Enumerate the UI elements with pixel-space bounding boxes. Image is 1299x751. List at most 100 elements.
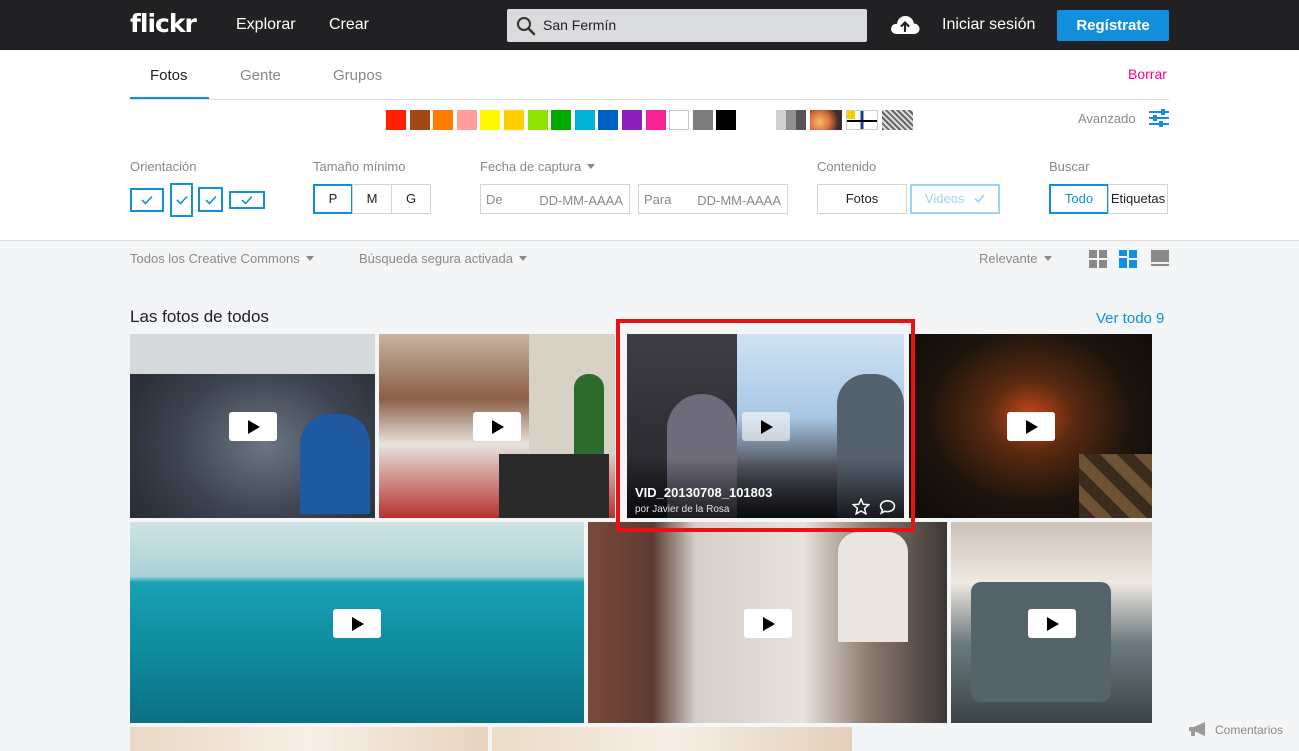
- top-bar: flickr Explorar Crear San Fermín Iniciar…: [0, 0, 1299, 50]
- orientation-square[interactable]: [198, 187, 223, 212]
- feedback-label: Comentarios: [1215, 723, 1284, 737]
- license-dropdown[interactable]: Todos los Creative Commons: [130, 251, 314, 266]
- play-icon: [473, 412, 521, 441]
- date-label-text: Fecha de captura: [480, 159, 582, 174]
- video-thumbnail[interactable]: [130, 334, 375, 518]
- play-icon: [1006, 412, 1055, 441]
- search-all-button[interactable]: Todo: [1049, 184, 1109, 214]
- thumb-person-shape: [838, 532, 908, 642]
- video-thumbnail[interactable]: [130, 727, 488, 751]
- active-tab-indicator: [130, 97, 209, 99]
- video-thumbnail[interactable]: [951, 522, 1152, 723]
- content-photos-button[interactable]: Fotos: [817, 184, 907, 214]
- color-swatch[interactable]: [409, 110, 430, 130]
- tabs-divider: [130, 99, 1169, 100]
- orientation-portrait[interactable]: [170, 183, 193, 217]
- clear-filters-link[interactable]: Borrar: [1128, 66, 1167, 82]
- chevron-down-icon: [587, 164, 596, 169]
- style-black-and-white[interactable]: [776, 110, 806, 130]
- size-medium-button[interactable]: M: [352, 184, 392, 214]
- color-swatch[interactable]: [551, 110, 572, 130]
- thumb-window-area: [130, 334, 375, 374]
- chevron-down-icon: [305, 256, 314, 261]
- orientation-landscape[interactable]: [130, 188, 164, 212]
- color-swatch[interactable]: [456, 110, 477, 130]
- color-swatch[interactable]: [645, 110, 666, 130]
- color-swatch[interactable]: [692, 110, 713, 130]
- check-icon: [974, 194, 985, 203]
- play-icon: [1027, 608, 1076, 638]
- thumb-person-shape: [300, 414, 370, 514]
- orientation-label: Orientación: [130, 159, 197, 174]
- date-to-field[interactable]: Para DD-MM-AAAA: [638, 184, 788, 214]
- register-button[interactable]: Regístrate: [1057, 10, 1169, 41]
- filter-panel: Fotos Gente Grupos Borrar Avanzado Orien…: [0, 50, 1299, 241]
- color-swatch[interactable]: [527, 110, 548, 130]
- search-value: San Fermín: [543, 17, 617, 33]
- date-from-field[interactable]: De DD-MM-AAAA: [480, 184, 630, 214]
- search-input[interactable]: San Fermín: [507, 9, 867, 42]
- video-thumbnail[interactable]: [909, 334, 1152, 518]
- upload-cloud-icon[interactable]: [889, 12, 921, 36]
- advanced-label[interactable]: Avanzado: [1078, 111, 1136, 126]
- search-tags-button[interactable]: Etiquetas: [1108, 184, 1168, 214]
- flickr-logo[interactable]: flickr: [130, 9, 197, 38]
- content-videos-button[interactable]: Videos: [910, 184, 1000, 214]
- detail-view-icon[interactable]: [1151, 250, 1169, 268]
- play-icon: [333, 608, 381, 638]
- min-size-label: Tamaño mínimo: [313, 159, 406, 174]
- orientation-panorama[interactable]: [229, 191, 265, 209]
- tab-photos[interactable]: Fotos: [150, 67, 188, 84]
- play-icon: [228, 412, 277, 441]
- sort-dropdown[interactable]: Relevante: [979, 251, 1052, 266]
- feedback-button[interactable]: Comentarios: [1187, 721, 1283, 740]
- highlight-box: [616, 319, 915, 532]
- nav-create[interactable]: Crear: [329, 16, 369, 34]
- color-swatch[interactable]: [504, 110, 524, 130]
- color-swatch[interactable]: [598, 110, 619, 130]
- megaphone-icon: [1189, 722, 1205, 736]
- color-swatch[interactable]: [433, 110, 454, 130]
- date-from-placeholder: DD-MM-AAAA: [539, 193, 623, 208]
- grid-view-icon[interactable]: [1089, 250, 1107, 268]
- justified-view-icon[interactable]: [1119, 250, 1137, 268]
- minimalism-line: [847, 120, 877, 122]
- search-icon: [517, 17, 536, 36]
- video-thumbnail[interactable]: [130, 522, 584, 723]
- tab-groups[interactable]: Grupos: [333, 67, 382, 84]
- chevron-down-icon: [518, 256, 527, 261]
- color-swatch[interactable]: [669, 110, 690, 130]
- login-link[interactable]: Iniciar sesión: [942, 16, 1035, 34]
- tab-people[interactable]: Gente: [240, 67, 281, 84]
- sliders-icon[interactable]: [1149, 109, 1169, 127]
- check-icon: [175, 195, 188, 205]
- style-minimalism[interactable]: [846, 110, 878, 130]
- sort-label: Relevante: [979, 251, 1038, 266]
- thumb-floor-shape: [1079, 454, 1152, 518]
- color-swatch[interactable]: [574, 110, 595, 130]
- minimalism-yellow-block: [847, 111, 855, 119]
- style-shallow-depth-of-field[interactable]: [810, 110, 842, 130]
- color-swatch[interactable]: [622, 110, 642, 130]
- color-swatch[interactable]: [480, 110, 501, 130]
- video-thumbnail[interactable]: [588, 522, 947, 723]
- thumb-tent-shape: [499, 454, 609, 518]
- size-large-button[interactable]: G: [391, 184, 431, 214]
- video-thumbnail[interactable]: [379, 334, 615, 518]
- safesearch-dropdown[interactable]: Búsqueda segura activada: [359, 251, 527, 266]
- video-thumbnail[interactable]: [492, 727, 852, 751]
- search-in-label: Buscar: [1049, 159, 1090, 174]
- size-small-button[interactable]: P: [313, 184, 353, 214]
- color-swatch[interactable]: [716, 110, 737, 130]
- check-icon: [241, 195, 253, 205]
- date-to-label: Para: [644, 192, 672, 207]
- nav-explore[interactable]: Explorar: [236, 16, 296, 34]
- see-all-link[interactable]: Ver todo 9: [1096, 310, 1164, 327]
- date-label[interactable]: Fecha de captura: [480, 159, 596, 174]
- date-from-label: De: [486, 192, 503, 207]
- color-swatch[interactable]: [386, 110, 406, 130]
- thumb-bull-figure-shape: [971, 582, 1111, 702]
- content-label: Contenido: [817, 159, 877, 174]
- results-title: Las fotos de todos: [130, 307, 269, 326]
- style-patterns[interactable]: [882, 110, 913, 130]
